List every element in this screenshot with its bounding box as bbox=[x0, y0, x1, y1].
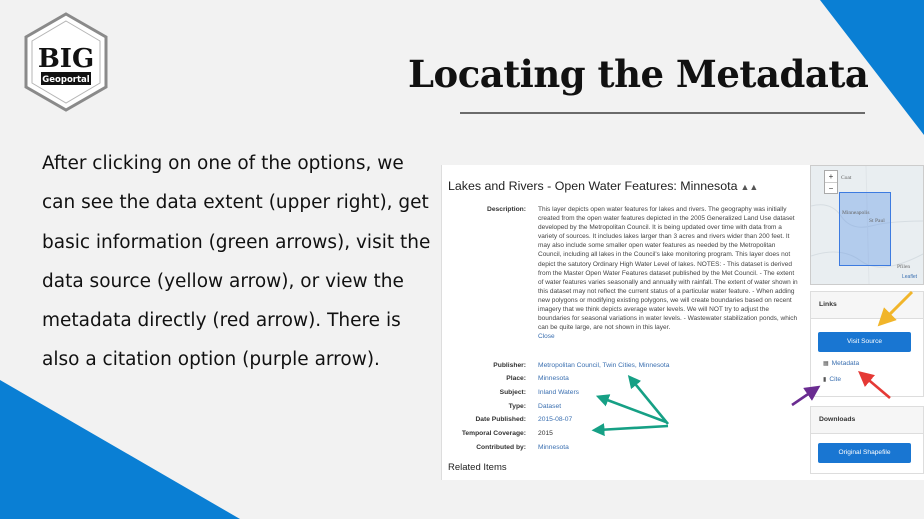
close-description-link[interactable]: Close bbox=[538, 333, 555, 340]
visit-source-button[interactable]: Visit Source bbox=[818, 332, 911, 352]
type-link[interactable]: Dataset bbox=[538, 403, 561, 410]
publisher-link[interactable]: Metropolitan Council, Twin Cities, Minne… bbox=[538, 362, 669, 369]
subject-link[interactable]: Inland Waters bbox=[538, 389, 579, 396]
field-label: Place: bbox=[506, 375, 526, 382]
field-label: Contributed by: bbox=[476, 444, 526, 451]
zoom-in-button[interactable]: + bbox=[825, 171, 837, 183]
downloads-panel: Downloads Original Shapefile bbox=[810, 406, 924, 474]
item-sidebar: + − Coat Minneapolis St Paul Pfilen Leaf… bbox=[810, 165, 924, 480]
slide-body-text: After clicking on one of the options, we… bbox=[42, 153, 431, 371]
extent-map[interactable]: + − Coat Minneapolis St Paul Pfilen Leaf… bbox=[810, 165, 924, 285]
contributed-by-link[interactable]: Minnesota bbox=[538, 444, 569, 451]
map-label: Pfilen bbox=[897, 264, 911, 270]
map-label: Minneapolis bbox=[842, 210, 870, 216]
field-type: Type: Dataset bbox=[442, 403, 802, 415]
document-icon: ▦ bbox=[823, 361, 829, 367]
item-title: Lakes and Rivers - Open Water Features: … bbox=[448, 179, 758, 193]
map-icon: ▲▲ bbox=[740, 182, 759, 192]
geoportal-item-screenshot: Lakes and Rivers - Open Water Features: … bbox=[441, 165, 924, 480]
map-label: Coat bbox=[841, 175, 852, 181]
field-subject: Subject: Inland Waters bbox=[442, 389, 802, 401]
map-zoom-control: + − bbox=[824, 170, 838, 194]
map-attribution-link[interactable]: Leaflet bbox=[902, 274, 917, 280]
item-main-column: Lakes and Rivers - Open Water Features: … bbox=[442, 165, 805, 480]
slide-title: Locating the Metadata bbox=[408, 52, 869, 96]
description-text: This layer depicts open water features f… bbox=[538, 205, 800, 341]
svg-text:BIG: BIG bbox=[38, 44, 94, 74]
map-label: St Paul bbox=[869, 218, 885, 224]
field-contributed-by: Contributed by: Minnesota bbox=[442, 444, 802, 456]
related-items-heading: Related Items bbox=[448, 462, 507, 473]
links-heading: Links bbox=[811, 292, 923, 319]
temporal-coverage-value: 2015 bbox=[538, 430, 553, 437]
data-extent-rectangle bbox=[839, 192, 891, 266]
field-label: Publisher: bbox=[493, 362, 526, 369]
field-label: Type: bbox=[508, 403, 526, 410]
cite-link[interactable]: ▮ Cite bbox=[823, 376, 841, 383]
metadata-link[interactable]: ▦ Metadata bbox=[823, 360, 859, 367]
field-date-published: Date Published: 2015-08-07 bbox=[442, 416, 802, 428]
original-shapefile-button[interactable]: Original Shapefile bbox=[818, 443, 911, 463]
zoom-out-button[interactable]: − bbox=[825, 183, 837, 194]
place-link[interactable]: Minnesota bbox=[538, 375, 569, 382]
field-temporal-coverage: Temporal Coverage: 2015 bbox=[442, 430, 802, 442]
metadata-link-label: Metadata bbox=[831, 360, 860, 367]
date-published-link[interactable]: 2015-08-07 bbox=[538, 416, 572, 423]
description-body: This layer depicts open water features f… bbox=[538, 206, 798, 332]
field-place: Place: Minnesota bbox=[442, 375, 802, 387]
links-panel: Links Visit Source ▦ Metadata ▮ Cite bbox=[810, 291, 924, 397]
field-label: Temporal Coverage: bbox=[461, 430, 526, 437]
svg-text:Geoportal: Geoportal bbox=[42, 75, 89, 85]
field-publisher: Publisher: Metropolitan Council, Twin Ci… bbox=[442, 362, 802, 374]
downloads-heading: Downloads bbox=[811, 407, 923, 434]
cite-link-label: Cite bbox=[829, 376, 842, 383]
item-title-text: Lakes and Rivers - Open Water Features: … bbox=[448, 179, 738, 193]
field-label: Date Published: bbox=[475, 416, 526, 423]
big-geoportal-logo: BIG Geoportal bbox=[24, 12, 108, 112]
title-divider bbox=[460, 112, 865, 114]
slide: BIG Geoportal Locating the Metadata Afte… bbox=[0, 0, 924, 519]
description-label: Description: bbox=[486, 206, 526, 213]
field-label: Subject: bbox=[499, 389, 526, 396]
bookmark-icon: ▮ bbox=[823, 377, 827, 383]
